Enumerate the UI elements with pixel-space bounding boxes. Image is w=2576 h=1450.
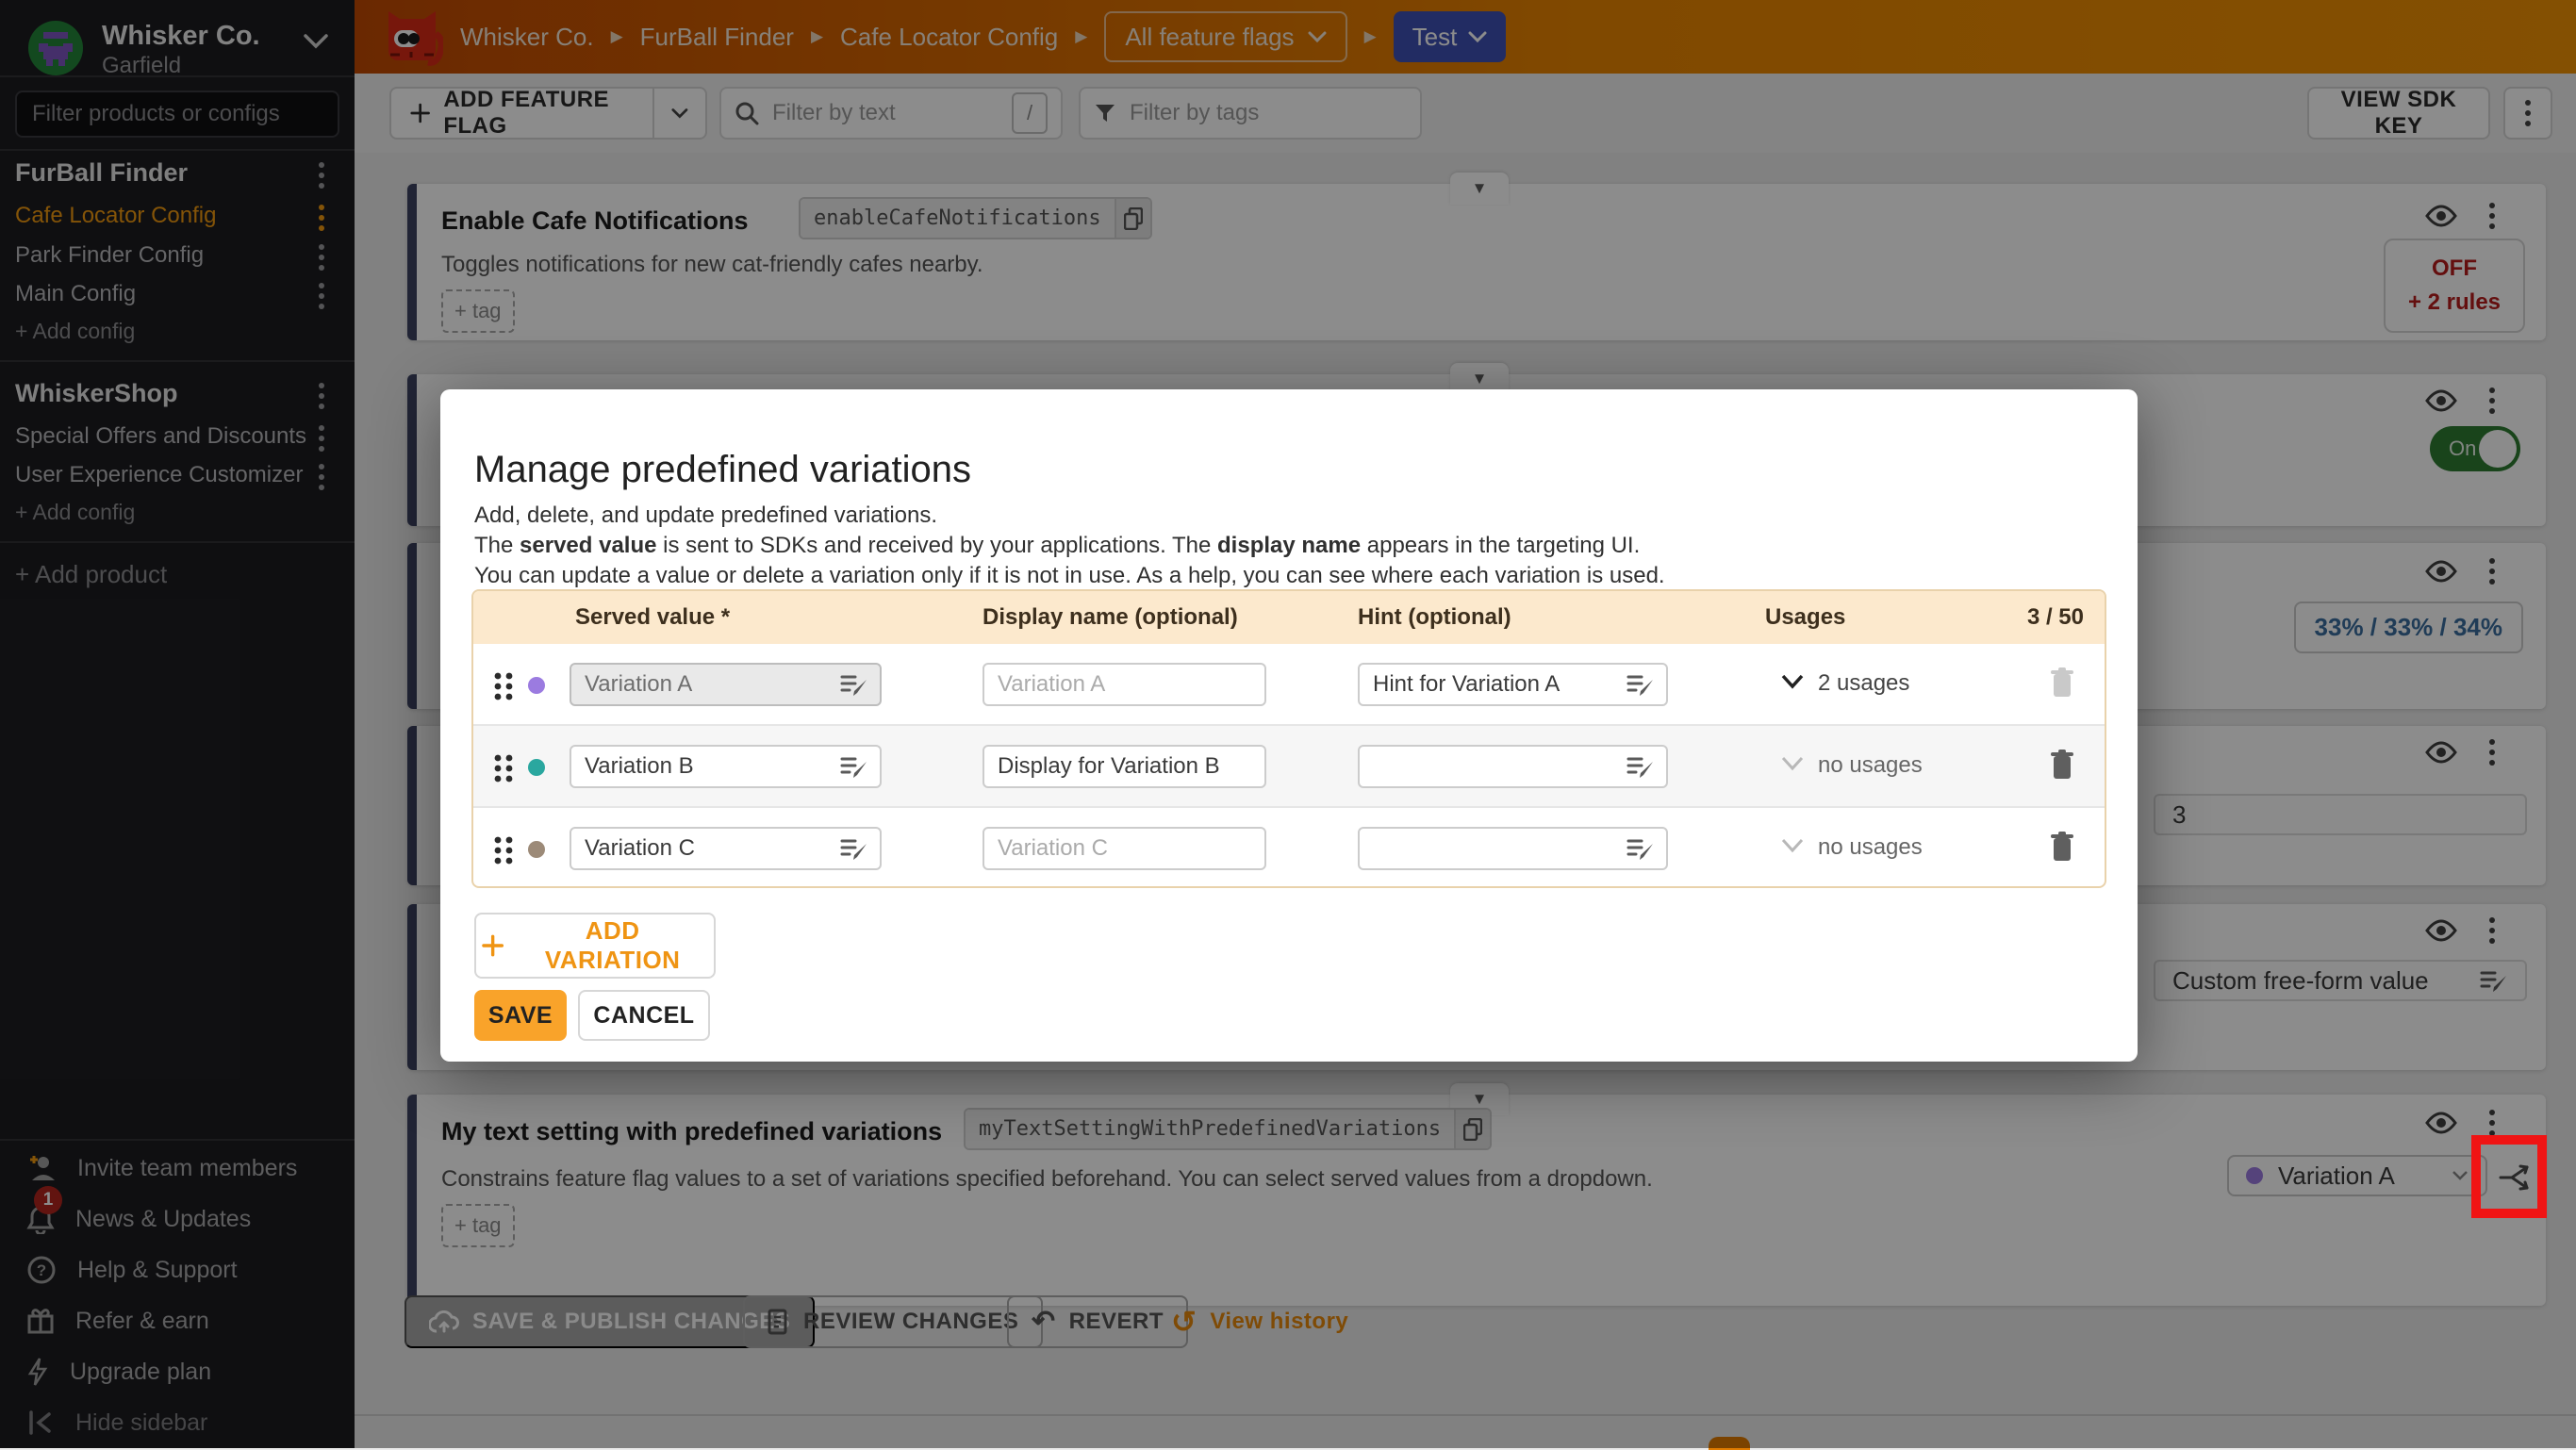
trash-icon[interactable] — [2050, 749, 2074, 781]
display-name-input[interactable] — [983, 663, 1266, 706]
variation-color-dot — [528, 841, 545, 858]
served-value-input[interactable] — [570, 827, 882, 870]
variation-color-dot — [528, 677, 545, 694]
usages-expand-icon[interactable] — [1781, 674, 1804, 689]
usages-count: no usages — [1818, 752, 1923, 779]
display-name-input[interactable] — [983, 745, 1266, 788]
hint-input[interactable] — [1358, 745, 1668, 788]
modal-title: Manage predefined variations — [474, 449, 971, 491]
add-variation-label: ADD VARIATION — [517, 916, 708, 975]
modal-description-line1: Add, delete, and update predefined varia… — [474, 503, 937, 529]
variation-row-c: no usages — [473, 808, 2105, 888]
drag-handle-icon[interactable] — [493, 672, 514, 700]
plus-icon — [482, 934, 504, 957]
modal-description-line3: You can update a value or delete a varia… — [474, 563, 1665, 589]
manage-variations-modal: Manage predefined variations Add, delete… — [440, 389, 2138, 1062]
served-value-input[interactable] — [570, 745, 882, 788]
variations-table: Served value * Display name (optional) H… — [471, 589, 2106, 888]
usages-expand-icon — [1781, 838, 1804, 853]
cancel-button[interactable]: CANCEL — [578, 990, 710, 1041]
hint-input[interactable] — [1358, 827, 1668, 870]
column-hint: Hint (optional) — [1358, 604, 1511, 631]
variation-row-a: 2 usages — [473, 644, 2105, 726]
usages-count: no usages — [1818, 834, 1923, 861]
drag-handle-icon[interactable] — [493, 836, 514, 865]
column-usages: Usages — [1765, 604, 1845, 631]
add-variation-button[interactable]: ADD VARIATION — [474, 913, 716, 979]
usages-count[interactable]: 2 usages — [1818, 670, 1909, 697]
variation-row-b: no usages — [473, 726, 2105, 808]
display-name-input[interactable] — [983, 827, 1266, 870]
annotation-highlight-box — [2471, 1135, 2547, 1218]
variations-table-header: Served value * Display name (optional) H… — [473, 591, 2105, 644]
trash-icon — [2050, 667, 2074, 699]
usages-expand-icon — [1781, 756, 1804, 771]
variation-color-dot — [528, 759, 545, 776]
hint-input[interactable] — [1358, 663, 1668, 706]
column-served-value: Served value * — [575, 604, 730, 631]
variations-counter: 3 / 50 — [2027, 604, 2084, 631]
trash-icon[interactable] — [2050, 831, 2074, 863]
column-display-name: Display name (optional) — [983, 604, 1238, 631]
served-value-input[interactable] — [570, 663, 882, 706]
drag-handle-icon[interactable] — [493, 754, 514, 783]
modal-description-line2: The served value is sent to SDKs and rec… — [474, 533, 1640, 559]
save-button[interactable]: SAVE — [474, 990, 567, 1041]
